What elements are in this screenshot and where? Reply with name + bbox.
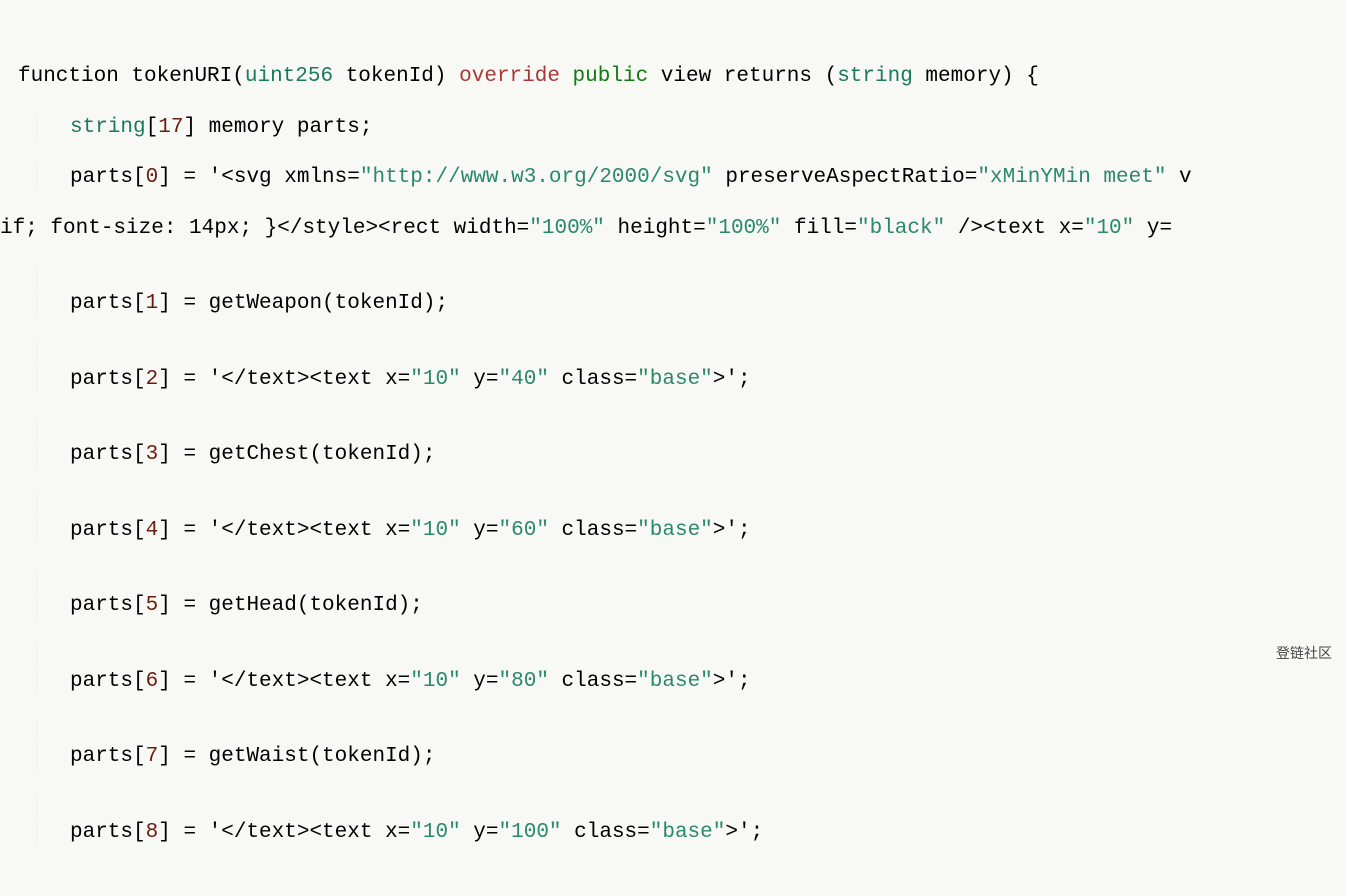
code-line-declaration: string[17] memory parts;: [18, 115, 1346, 140]
function-name: tokenURI: [131, 65, 232, 88]
code-line-parts0-wrap: if; font-size: 14px; }</style><rect widt…: [0, 216, 1346, 241]
watermark-text: 登链社区: [1276, 645, 1332, 662]
param-type: uint256: [245, 65, 333, 88]
code-line-parts1: parts[1] = getWeapon(tokenId);: [18, 291, 1346, 316]
code-line-signature: function tokenURI(uint256 tokenId) overr…: [18, 64, 1346, 89]
code-block: function tokenURI(uint256 tokenId) overr…: [0, 0, 1346, 896]
keyword-public: public: [560, 65, 648, 88]
code-line-parts5: parts[5] = getHead(tokenId);: [18, 593, 1346, 618]
code-line-parts6: parts[6] = '</text><text x="10" y="80" c…: [18, 669, 1346, 694]
return-type: string: [837, 65, 913, 88]
code-line-parts7: parts[7] = getWaist(tokenId);: [18, 744, 1346, 769]
code-line-parts8: parts[8] = '</text><text x="10" y="100" …: [18, 820, 1346, 845]
keyword-function: function: [18, 65, 119, 88]
code-line-parts3: parts[3] = getChest(tokenId);: [18, 442, 1346, 467]
keyword-override: override: [447, 65, 560, 88]
code-line-parts0: parts[0] = '<svg xmlns="http://www.w3.or…: [18, 165, 1346, 190]
code-line-parts4: parts[4] = '</text><text x="10" y="60" c…: [18, 518, 1346, 543]
code-line-parts2: parts[2] = '</text><text x="10" y="40" c…: [18, 367, 1346, 392]
